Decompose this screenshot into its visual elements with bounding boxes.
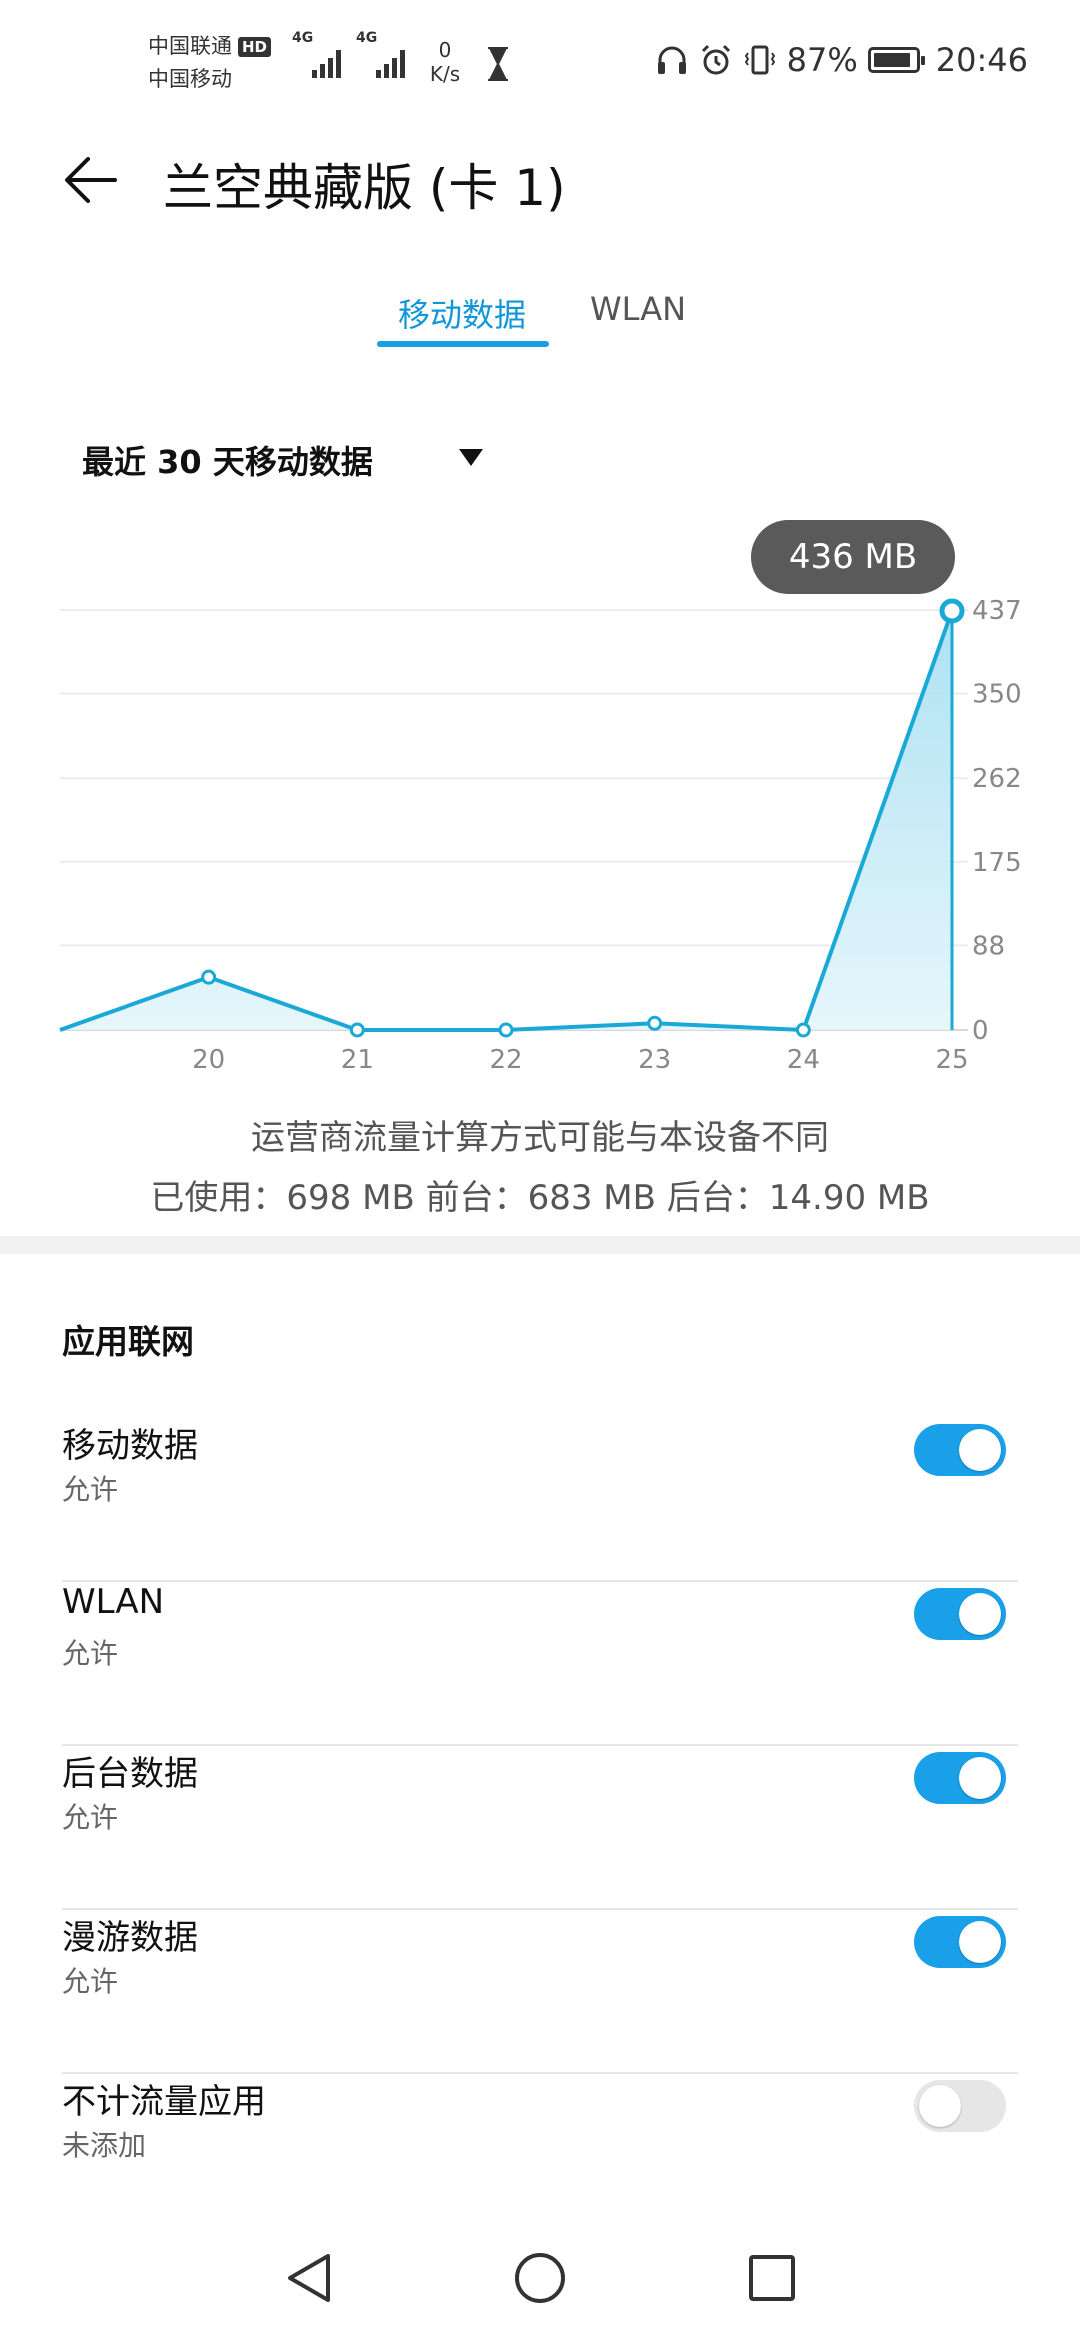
setting-status: 允许 — [62, 1637, 119, 1670]
tab-indicator — [377, 341, 549, 347]
y-tick-label: 0 — [972, 1016, 989, 1046]
headphones-icon — [657, 46, 686, 74]
range-selector[interactable]: 最近 30 天移动数据 — [82, 437, 373, 483]
y-tick-label: 262 — [972, 764, 1022, 794]
setting-label: 不计流量应用 — [62, 2082, 266, 2122]
y-tick-label: 437 — [972, 596, 1022, 626]
setting-status: 允许 — [62, 1801, 119, 1834]
clock: 20:46 — [935, 41, 1028, 79]
usage-summary: 已使用：698 MB 前台：683 MB 后台：14.90 MB — [150, 1178, 930, 1218]
hourglass-icon — [488, 47, 508, 81]
tab-wlan[interactable]: WLAN — [590, 290, 686, 328]
x-axis-ticks: 20 21 22 23 24 25 — [192, 1045, 968, 1075]
speed-value: 0 — [438, 38, 452, 62]
setting-row-unmetered-apps[interactable]: 不计流量应用 未添加 — [62, 2074, 1018, 2194]
wlan-toggle[interactable] — [914, 1588, 1006, 1640]
section-divider — [0, 1236, 1080, 1254]
data-point[interactable] — [498, 1022, 514, 1038]
setting-label: 后台数据 — [62, 1754, 198, 1794]
setting-label: 漫游数据 — [62, 1918, 198, 1958]
carrier-1: 中国联通 — [148, 34, 232, 58]
dropdown-arrow-icon[interactable] — [459, 449, 483, 466]
data-point[interactable] — [201, 969, 217, 985]
signal-1-icon — [300, 38, 344, 78]
data-point[interactable] — [349, 1022, 365, 1038]
x-tick-label: 22 — [489, 1045, 522, 1075]
setting-row-wlan[interactable]: WLAN 允许 — [62, 1582, 1018, 1746]
signal-2-icon — [364, 38, 408, 78]
y-tick-label: 350 — [972, 680, 1022, 710]
carrier-info: 中国联通 HD 中国移动 — [148, 30, 272, 96]
y-tick-label: 88 — [972, 931, 1005, 961]
speed-unit: K/s — [429, 62, 461, 86]
data-point[interactable] — [939, 598, 965, 624]
setting-row-roaming-data[interactable]: 漫游数据 允许 — [62, 1910, 1018, 2074]
carrier-disclaimer: 运营商流量计算方式可能与本设备不同 — [251, 1118, 829, 1158]
status-right: 87% 20:46 — [655, 40, 1028, 80]
battery-percent: 87% — [786, 41, 858, 79]
data-point[interactable] — [647, 1015, 663, 1031]
area-fill — [60, 610, 952, 1030]
nav-back-icon[interactable] — [282, 2250, 338, 2306]
series-line — [59, 610, 954, 1032]
tab-mobile-data[interactable]: 移动数据 — [398, 290, 526, 336]
back-arrow-icon[interactable] — [60, 150, 120, 210]
carrier-2: 中国移动 — [148, 67, 232, 91]
nav-home-icon[interactable] — [512, 2250, 568, 2306]
section-title: 应用联网 — [62, 1322, 194, 1361]
usage-chart[interactable]: 0 88 175 262 350 437 20 21 22 23 24 25 — [0, 580, 1080, 1100]
hd-badge: HD — [238, 37, 272, 57]
y-axis-ticks: 0 88 175 262 350 437 — [972, 596, 1022, 1046]
setting-label: 移动数据 — [62, 1426, 198, 1466]
page-title: 兰空典藏版 (卡 1) — [163, 159, 566, 217]
roaming-data-toggle[interactable] — [914, 1916, 1006, 1968]
network-speed: 0 K/s — [424, 38, 466, 86]
setting-row-background-data[interactable]: 后台数据 允许 — [62, 1746, 1018, 1910]
setting-label: WLAN — [62, 1582, 165, 1622]
x-tick-label: 20 — [192, 1045, 225, 1075]
x-tick-label: 25 — [935, 1045, 968, 1075]
chart-area — [59, 610, 954, 1032]
unmetered-apps-toggle[interactable] — [914, 2080, 1006, 2132]
x-tick-label: 23 — [638, 1045, 671, 1075]
vibrate-icon — [744, 45, 775, 75]
x-tick-label: 21 — [341, 1045, 374, 1075]
data-point[interactable] — [795, 1022, 811, 1038]
mobile-data-toggle[interactable] — [914, 1424, 1006, 1476]
setting-status: 允许 — [62, 1473, 119, 1506]
y-tick-label: 175 — [972, 848, 1022, 878]
status-bar: 中国联通 HD 中国移动 4G 4G 0 K/s 87% 20:46 — [0, 0, 1080, 120]
background-data-toggle[interactable] — [914, 1752, 1006, 1804]
setting-status: 允许 — [62, 1965, 119, 1998]
x-tick-label: 24 — [787, 1045, 820, 1075]
setting-status: 未添加 — [62, 2129, 147, 2162]
battery-icon — [867, 47, 925, 73]
nav-recents-icon[interactable] — [744, 2250, 800, 2306]
setting-row-mobile-data[interactable]: 移动数据 允许 — [62, 1418, 1018, 1582]
alarm-icon — [701, 44, 730, 75]
